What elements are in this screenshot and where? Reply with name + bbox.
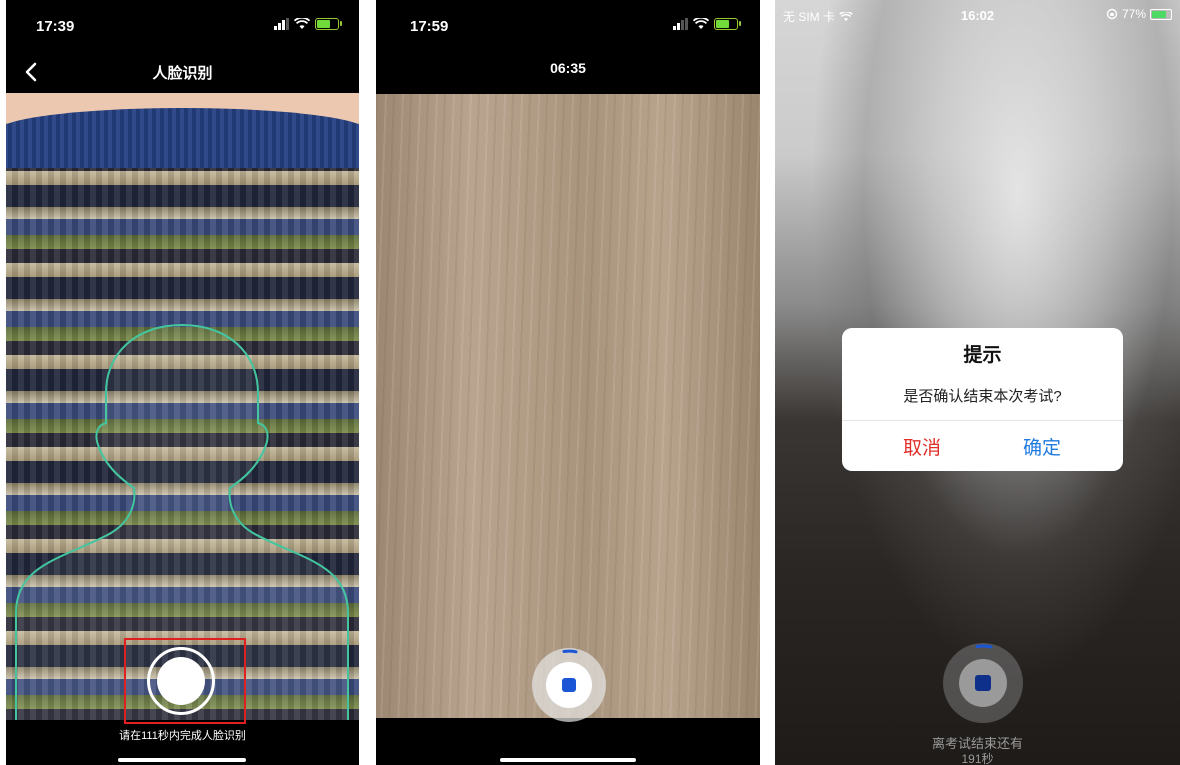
camera-preview bbox=[376, 94, 760, 718]
home-indicator[interactable] bbox=[118, 758, 246, 762]
recording-progress-arc bbox=[975, 644, 993, 649]
wifi-icon bbox=[693, 18, 709, 29]
face-recognition-screen: 17:39 人脸识别 请在111秒内完成人脸识别 bbox=[6, 0, 359, 765]
battery-status: 77% bbox=[1106, 7, 1172, 21]
remaining-time-value: 191秒 bbox=[961, 752, 994, 765]
recording-progress-arc bbox=[562, 649, 578, 654]
battery-charging-icon bbox=[315, 18, 342, 30]
status-time: 17:59 bbox=[410, 18, 449, 35]
face-recognition-hint: 请在111秒内完成人脸识别 bbox=[119, 730, 246, 742]
signal-icon bbox=[274, 18, 289, 30]
confirm-button[interactable]: 确定 bbox=[982, 433, 1102, 460]
face-guide-outline bbox=[15, 323, 349, 720]
status-bar: 17:39 bbox=[6, 0, 359, 55]
capture-button[interactable] bbox=[147, 647, 215, 715]
confirm-dialog: 提示 是否确认结束本次考试? 取消 确定 bbox=[842, 328, 1123, 471]
status-icons bbox=[673, 14, 741, 34]
battery-icon bbox=[1150, 8, 1172, 20]
battery-percent: 77% bbox=[1121, 7, 1146, 21]
status-time: 17:39 bbox=[36, 18, 75, 35]
dialog-title: 提示 bbox=[963, 345, 1002, 366]
page-title: 人脸识别 bbox=[152, 65, 213, 82]
signal-icon bbox=[673, 18, 688, 30]
status-icons bbox=[274, 14, 342, 34]
end-exam-screen: 无 SIM 卡 16:02 77% 提示 是否确认结束本次考试? 取消 确定 离… bbox=[775, 0, 1180, 765]
capture-button-inner bbox=[157, 657, 205, 705]
status-bar: 17:59 bbox=[376, 0, 760, 55]
dialog-divider bbox=[842, 420, 1123, 421]
status-bar: 无 SIM 卡 16:02 77% bbox=[775, 0, 1180, 30]
orientation-lock-icon bbox=[1106, 8, 1118, 20]
recording-timer: 06:35 bbox=[550, 60, 586, 76]
cancel-button[interactable]: 取消 bbox=[862, 433, 982, 460]
recording-screen: 17:59 06:35 bbox=[376, 0, 760, 765]
nav-bar: 人脸识别 bbox=[6, 55, 359, 93]
dialog-message: 是否确认结束本次考试? bbox=[903, 388, 1062, 405]
battery-charging-icon bbox=[714, 18, 741, 30]
wifi-icon bbox=[294, 18, 310, 29]
home-indicator[interactable] bbox=[500, 758, 636, 762]
camera-preview bbox=[6, 93, 359, 720]
